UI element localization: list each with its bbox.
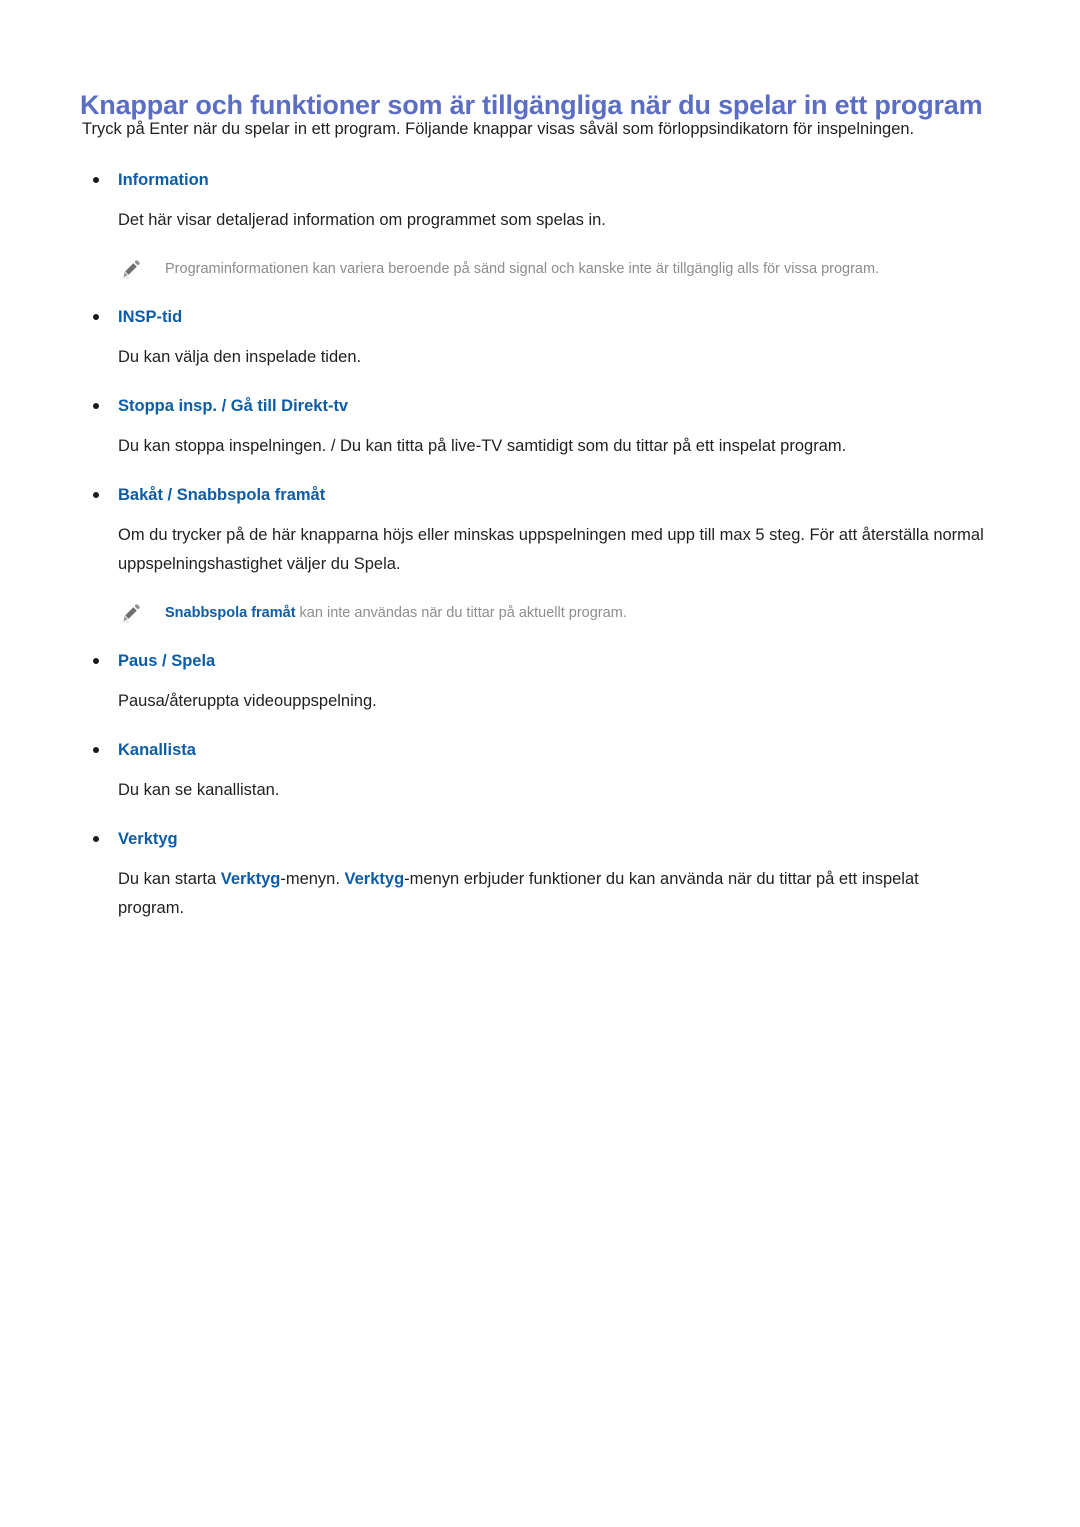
intro-paragraph: Tryck på Enter när du spelar in ett prog… [82, 120, 915, 138]
bullet-dot-icon [93, 658, 99, 664]
section-heading-label: INSP-tid [118, 308, 183, 326]
manual-section: Kanallista Du kan se kanallistan. [0, 738, 1080, 805]
section-list: Information Det här visar detaljerad info… [0, 168, 1080, 923]
section-heading-label: Paus / Spela [118, 652, 216, 670]
inline-term: Verktyg [344, 870, 405, 888]
note-text: kan inte användas när du tittar på aktue… [295, 605, 627, 621]
bullet-dot-icon [93, 314, 99, 320]
manual-section: Paus / Spela Pausa/återuppta videouppspel… [0, 649, 1080, 716]
body-text-run: Om du trycker på de här knapparna höjs e… [118, 526, 984, 573]
manual-section: Information Det här visar detaljerad info… [0, 168, 1080, 283]
section-body: Om du trycker på de här knapparna höjs e… [0, 521, 1080, 579]
section-heading: INSP-tid [0, 305, 1080, 329]
manual-section: INSP-tid Du kan välja den inspelade tiden… [0, 305, 1080, 372]
section-heading-label: Bakåt / Snabbspola framåt [118, 486, 326, 504]
section-body: Det här visar detaljerad information om … [0, 206, 1080, 235]
section-heading: Stoppa insp. / Gå till Direkt-tv [0, 394, 1080, 418]
section-heading-label: Verktyg [118, 830, 178, 848]
note-term: Snabbspola framåt [165, 605, 296, 621]
note-text: Programinformationen kan variera beroend… [165, 261, 880, 277]
body-text-run: Du kan stoppa inspelningen. / Du kan tit… [118, 437, 847, 455]
section-heading: Information [0, 168, 1080, 192]
bullet-dot-icon [93, 747, 99, 753]
section-body: Du kan starta Verktyg-menyn. Verktyg-men… [0, 865, 1080, 923]
section-body: Du kan välja den inspelade tiden. [0, 343, 1080, 372]
body-text-run: Pausa/återuppta videouppspelning. [118, 692, 377, 710]
note-row: Snabbspola framåt kan inte användas när … [0, 601, 1080, 627]
section-body: Du kan se kanallistan. [0, 776, 1080, 805]
bullet-dot-icon [93, 492, 99, 498]
body-text-run: Det här visar detaljerad information om … [118, 211, 606, 229]
bullet-dot-icon [93, 177, 99, 183]
body-text-run: Du kan se kanallistan. [118, 781, 280, 799]
manual-section: Stoppa insp. / Gå till Direkt-tv Du kan s… [0, 394, 1080, 461]
section-heading: Paus / Spela [0, 649, 1080, 673]
section-heading: Kanallista [0, 738, 1080, 762]
body-text-run: -menyn. [280, 870, 345, 888]
section-heading-label: Information [118, 171, 209, 189]
section-body: Pausa/återuppta videouppspelning. [0, 687, 1080, 716]
section-heading-label: Kanallista [118, 741, 196, 759]
pencil-icon [120, 258, 142, 280]
section-body: Du kan stoppa inspelningen. / Du kan tit… [0, 432, 1080, 461]
manual-page: Knappar och funktioner som är tillgängli… [0, 0, 1080, 1527]
inline-term: Verktyg [220, 870, 281, 888]
manual-section: Bakåt / Snabbspola framåt Om du trycker p… [0, 483, 1080, 627]
section-heading: Bakåt / Snabbspola framåt [0, 483, 1080, 507]
note-row: Programinformationen kan variera beroend… [0, 257, 1080, 283]
body-text-run: Du kan välja den inspelade tiden. [118, 348, 362, 366]
section-heading: Verktyg [0, 827, 1080, 851]
pencil-icon [120, 602, 142, 624]
bullet-dot-icon [93, 403, 99, 409]
manual-section: Verktyg Du kan starta Verktyg-menyn. Verk… [0, 827, 1080, 923]
body-text-run: Du kan starta [118, 870, 221, 888]
section-heading-label: Stoppa insp. / Gå till Direkt-tv [118, 397, 349, 415]
page-content: Tryck på Enter när du spelar in ett prog… [0, 116, 1080, 945]
bullet-dot-icon [93, 836, 99, 842]
